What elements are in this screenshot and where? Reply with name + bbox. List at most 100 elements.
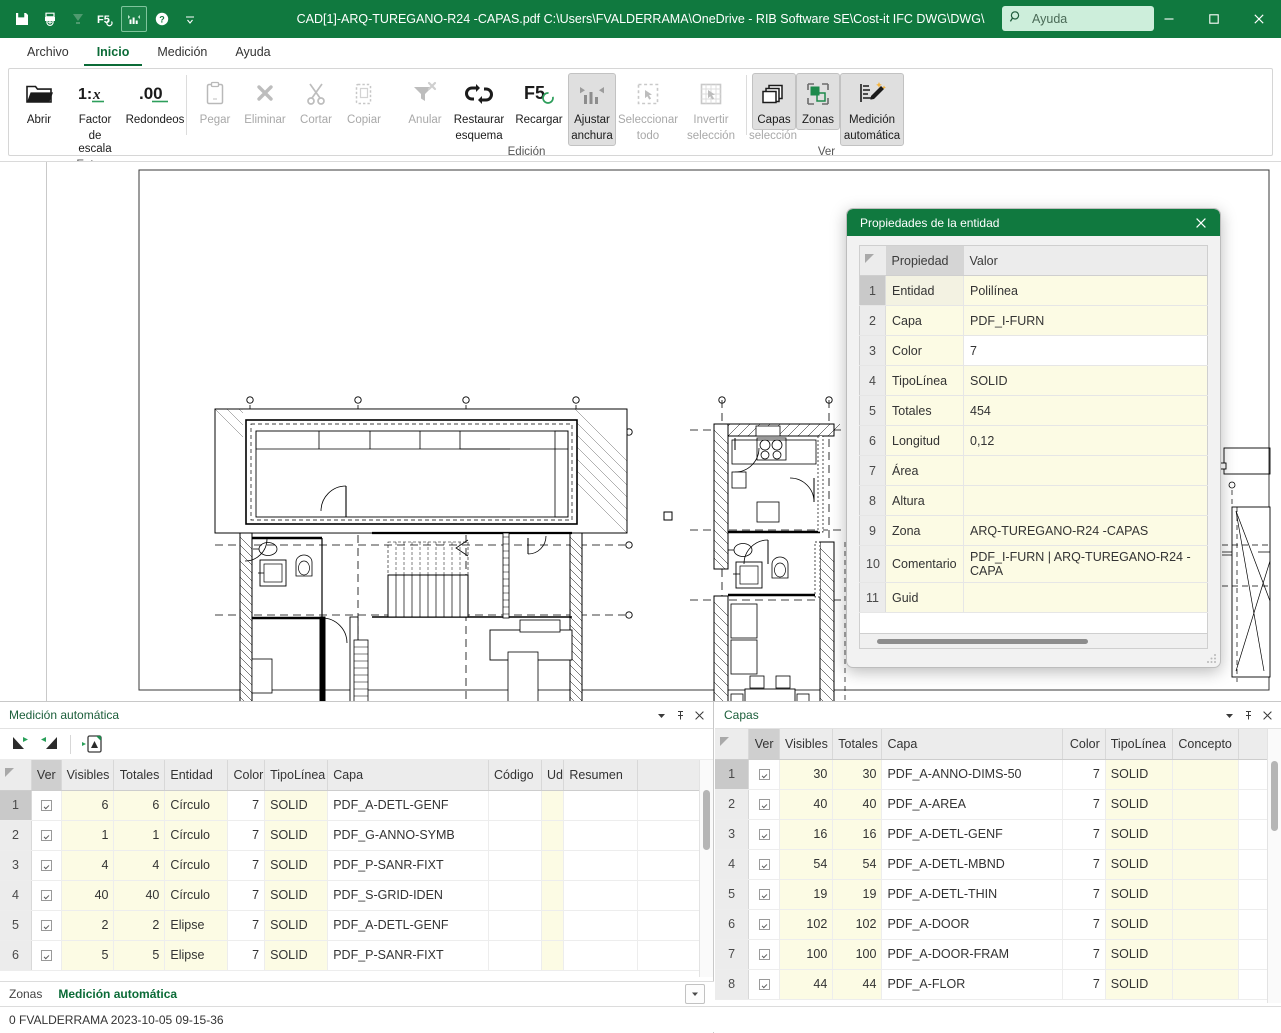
row-codigo[interactable] [489,880,542,910]
auto-measure-grid-scroll[interactable]: Ver Visibles Totales Entidad Color TipoL… [0,760,713,977]
anular-button[interactable]: Anular [402,73,448,130]
col-tipolinea[interactable]: TipoLínea [265,760,328,790]
seleccionar-todo-button[interactable]: Seleccionar todo [616,73,680,146]
row-value[interactable]: ARQ-TUREGANO-R24 -CAPAS [964,516,1208,546]
row-value[interactable]: 7 [964,336,1208,366]
pegar-button[interactable]: Pegar [192,73,238,130]
row-ver-checkbox[interactable] [749,849,780,879]
cortar-button[interactable]: Cortar [292,73,340,130]
pin-icon[interactable] [671,706,690,725]
table-row[interactable]: 6 102 102 PDF_A-DOOR 7 SOLID [715,909,1281,939]
factor-escala-button[interactable]: 1:x Factor de escala [66,73,124,159]
col-resumen[interactable]: Resumen [564,760,637,790]
minimize-button[interactable] [1146,0,1191,38]
col-color[interactable]: Color [1062,729,1105,759]
table-row[interactable]: 3 Color 7 [860,336,1208,366]
row-ver-checkbox[interactable] [32,850,62,880]
select-all-corner[interactable] [0,760,32,790]
row-resumen[interactable] [564,910,637,940]
checkbox-icon[interactable] [41,800,52,811]
layers-grid-scroll[interactable]: Ver Visibles Totales Capa Color TipoLíne… [715,729,1281,1003]
close-icon[interactable] [1258,706,1277,725]
row-ver-checkbox[interactable] [32,940,62,970]
table-row[interactable]: 8 44 44 PDF_A-FLOR 7 SOLID [715,969,1281,999]
table-row[interactable]: 2 Capa PDF_I-FURN [860,306,1208,336]
row-value[interactable] [964,456,1208,486]
table-row[interactable]: 1 6 6 Círculo 7 SOLID PDF_A-DETL-GENF [0,790,713,820]
row-ver-checkbox[interactable] [32,880,62,910]
table-row[interactable]: 1 Entidad Polilínea [860,276,1208,306]
layers-vertical-scrollbar[interactable] [1267,729,1281,1003]
select-all-corner[interactable] [715,729,749,759]
row-value[interactable]: 454 [964,396,1208,426]
col-concepto[interactable]: Concepto [1173,729,1239,759]
row-ver-checkbox[interactable] [32,910,62,940]
scrollbar-thumb[interactable] [703,790,710,850]
checkbox-icon[interactable] [759,889,770,900]
checkbox-icon[interactable] [759,829,770,840]
assign-concept-icon[interactable] [78,732,105,757]
row-resumen[interactable] [564,940,637,970]
col-capa[interactable]: Capa [328,760,489,790]
table-row[interactable]: 6 5 5 Elipse 7 SOLID PDF_P-SANR-FIXT [0,940,713,970]
tab-archivo[interactable]: Archivo [14,41,82,66]
row-ver-checkbox[interactable] [749,819,780,849]
col-totales[interactable]: Totales [833,729,882,759]
col-tipolinea[interactable]: TipoLínea [1105,729,1173,759]
checkbox-icon[interactable] [41,860,52,871]
row-ver-checkbox[interactable] [749,909,780,939]
tab-zonas[interactable]: Zonas [9,987,42,1001]
dialog-close-icon[interactable] [1188,211,1214,235]
table-row[interactable]: 5 Totales 454 [860,396,1208,426]
invertir-seleccion-button[interactable]: Invertir selección [680,73,742,146]
entity-properties-table[interactable]: Propiedad Valor 1 Entidad Polilínea 2 Ca… [859,245,1208,613]
auto-measure-grid[interactable]: Ver Visibles Totales Entidad Color TipoL… [0,760,713,971]
table-row[interactable]: 11 Guid [860,583,1208,613]
checkbox-icon[interactable] [759,919,770,930]
dialog-horizontal-scrollbar[interactable] [859,634,1208,649]
tab-medicion[interactable]: Medición [144,41,220,66]
row-resumen[interactable] [564,820,637,850]
col-ud[interactable]: Ud [541,760,563,790]
row-codigo[interactable] [489,790,542,820]
col-visibles[interactable]: Visibles [780,729,833,759]
row-concepto[interactable] [1173,909,1239,939]
eliminar-button[interactable]: Eliminar [238,73,292,130]
resize-grip-icon[interactable] [1206,653,1217,664]
checkbox-icon[interactable] [759,799,770,810]
row-resumen[interactable] [564,850,637,880]
row-ver-checkbox[interactable] [749,969,780,999]
row-ver-checkbox[interactable] [32,820,62,850]
row-resumen[interactable] [564,880,637,910]
auto-measure-vertical-scrollbar[interactable] [699,760,713,977]
overflow-chevron-icon[interactable] [177,6,203,32]
row-concepto[interactable] [1173,849,1239,879]
row-concepto[interactable] [1173,939,1239,969]
row-concepto[interactable] [1173,969,1239,999]
row-value[interactable]: 0,12 [964,426,1208,456]
help-icon[interactable]: ? [149,6,175,32]
row-concepto[interactable] [1173,819,1239,849]
row-value[interactable]: SOLID [964,366,1208,396]
checkbox-icon[interactable] [41,950,52,961]
f5-refresh-icon[interactable]: F5 [93,6,119,32]
row-concepto[interactable] [1173,789,1239,819]
table-row[interactable]: 4 TipoLínea SOLID [860,366,1208,396]
row-ver-checkbox[interactable] [749,939,780,969]
col-valor[interactable]: Valor [964,246,1208,276]
table-row[interactable]: 6 Longitud 0,12 [860,426,1208,456]
checkbox-icon[interactable] [759,859,770,870]
table-row[interactable]: 2 40 40 PDF_A-AREA 7 SOLID [715,789,1281,819]
abrir-button[interactable]: Abrir [12,73,66,130]
row-ver-checkbox[interactable] [32,790,62,820]
col-codigo[interactable]: Código [489,760,542,790]
help-search-box[interactable] [1002,6,1154,31]
row-ver-checkbox[interactable] [749,789,780,819]
pin-icon[interactable] [1239,706,1258,725]
table-row[interactable]: 5 19 19 PDF_A-DETL-THIN 7 SOLID [715,879,1281,909]
row-codigo[interactable] [489,850,542,880]
search-input[interactable] [1030,11,1147,27]
row-resumen[interactable] [564,790,637,820]
col-entidad[interactable]: Entidad [165,760,228,790]
recargar-button[interactable]: F5 Recargar [510,73,568,130]
